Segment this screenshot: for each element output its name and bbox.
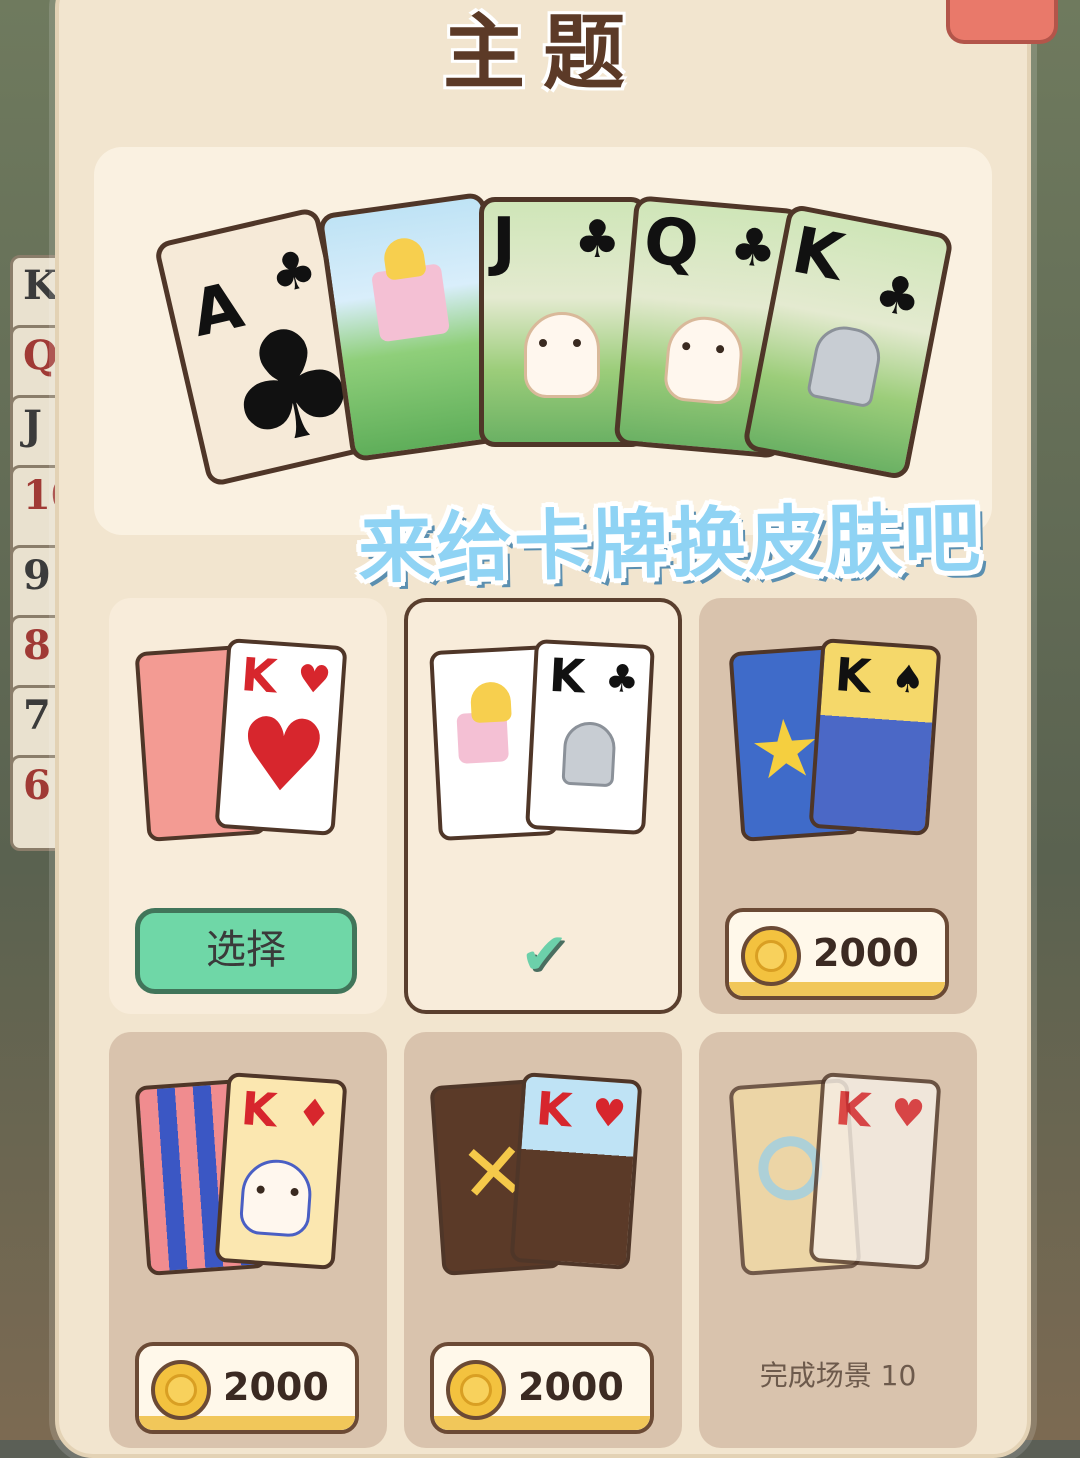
card-face-preview: K ♠ [808, 638, 942, 836]
cat-character [238, 1157, 314, 1239]
theme-tile-classic[interactable]: K ♥ ♥ 选择 [109, 598, 387, 1014]
heart-icon: ♥ [590, 1090, 628, 1137]
card-rank: K [534, 1081, 574, 1138]
dialog-title: 主题 [442, 6, 643, 101]
theme-dialog: 主题 A ♣ ♣ J ♣ Q ♣ K ♣ K ♥ ♥ 选择 K ♣ ✔ ★ K … [55, 0, 1031, 1458]
cat-character [524, 312, 600, 398]
card-face-preview: K ♦ [214, 1072, 348, 1270]
coin-icon [151, 1360, 211, 1420]
close-button[interactable] [946, 0, 1058, 44]
knight-character [561, 720, 617, 788]
price-label: 2000 [223, 1365, 329, 1409]
price-label: 2000 [518, 1365, 624, 1409]
theme-tile-pirate[interactable]: ✕ K ♥ 2000 [404, 1032, 682, 1448]
theme-tile-wizard[interactable]: ★ K ♠ 2000 [699, 598, 977, 1014]
club-icon: ♣ [727, 216, 780, 281]
card-rank: K [833, 647, 873, 704]
card-rank: K [786, 213, 850, 296]
card-face-preview: K ♥ [509, 1072, 643, 1270]
unlock-requirement: 完成场景 10 [759, 1359, 917, 1392]
coin-icon [741, 926, 801, 986]
card-face-preview: K ♥ [808, 1072, 942, 1270]
card-face-preview: K ♣ [525, 638, 655, 836]
knight-character [805, 321, 886, 409]
theme-preview: A ♣ ♣ J ♣ Q ♣ K ♣ [94, 147, 992, 535]
spade-icon: ♠ [889, 656, 927, 703]
card-rank: K [547, 647, 587, 704]
coin-icon [446, 1360, 506, 1420]
diamond-icon: ♦ [295, 1090, 333, 1137]
card-rank: K [833, 1081, 873, 1138]
buy-button[interactable]: 2000 [430, 1342, 654, 1434]
club-icon: ♣ [603, 655, 641, 702]
heart-icon: ♥ [889, 1090, 927, 1137]
card-rank: Q [641, 204, 702, 283]
heart-icon: ♥ [233, 694, 332, 818]
buy-button[interactable]: 2000 [135, 1342, 359, 1434]
heart-icon: ♥ [295, 656, 333, 703]
price-label: 2000 [813, 931, 919, 975]
theme-tile-police-cat[interactable]: K ♦ 2000 [109, 1032, 387, 1448]
promo-banner: 来给卡牌换皮肤吧 [357, 493, 983, 594]
theme-tile-pastel[interactable]: K ♥ 完成场景 10 [699, 1032, 977, 1448]
card-face-preview: K ♥ ♥ [214, 638, 348, 836]
castle-illustration [456, 711, 509, 764]
select-button[interactable]: 选择 [135, 908, 357, 994]
club-icon: ♣ [869, 262, 927, 331]
club-icon: ♣ [574, 210, 621, 270]
theme-tile-fairytale[interactable]: K ♣ ✔ [404, 598, 682, 1014]
castle-illustration [371, 263, 451, 343]
check-icon: ✔ [520, 920, 569, 988]
cat-character [662, 313, 746, 406]
card-rank: K [239, 647, 279, 704]
card-rank: J [492, 205, 516, 279]
card-rank: K [239, 1081, 279, 1138]
buy-button[interactable]: 2000 [725, 908, 949, 1000]
